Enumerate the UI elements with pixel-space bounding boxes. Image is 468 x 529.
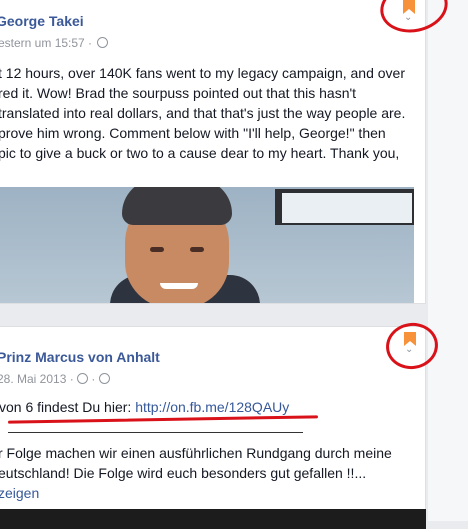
link-prefix-text: von 6 findest Du hier: xyxy=(0,399,136,415)
shared-link-line: von 6 findest Du hier: http://on.fb.me/1… xyxy=(0,397,289,417)
post-text-line: red it. Wow! Brad the sourpuss pointed o… xyxy=(0,85,357,101)
post-card-prinz-marcus: Prinz Marcus von Anhalt 28. Mai 2013 · ·… xyxy=(0,326,426,529)
post-timestamp[interactable]: estern um 15:57 · xyxy=(0,36,109,50)
separator-line xyxy=(8,432,303,433)
photo-frame-inner xyxy=(282,193,412,223)
post-card-george-takei: George Takei estern um 15:57 · t 12 hour… xyxy=(0,0,426,304)
video-preview[interactable] xyxy=(0,509,426,529)
post-text-line: translated into real dollars, and that t… xyxy=(0,105,406,121)
post-text-line: t 12 hours, over 140K fans went to my le… xyxy=(0,65,406,81)
post-author-name[interactable]: Prinz Marcus von Anhalt xyxy=(0,349,160,365)
photo-hair xyxy=(122,187,232,225)
post-timestamp[interactable]: 28. Mai 2013 · · xyxy=(0,372,110,386)
photo-eye-right xyxy=(190,247,204,252)
post-author-name[interactable]: George Takei xyxy=(0,13,84,29)
timestamp-text[interactable]: 28. Mai 2013 · xyxy=(0,372,77,386)
see-more-link[interactable]: zeigen xyxy=(0,483,392,503)
post-text-line: pic to give a buck or two to a cause dea… xyxy=(0,145,400,161)
post-photo[interactable] xyxy=(0,187,414,303)
post-body-line: eutschland! Die Folge wird euch besonder… xyxy=(0,465,367,481)
post-text-line: prove him wrong. Comment below with "I'l… xyxy=(0,125,386,141)
separator-dot: · xyxy=(91,372,99,386)
photo-smile xyxy=(160,283,198,289)
timestamp-text[interactable]: estern um 15:57 · xyxy=(0,36,92,50)
shared-url-link[interactable]: http://on.fb.me/128QAUy xyxy=(135,399,289,415)
post-body: r Folge machen wir einen ausführlichen R… xyxy=(0,443,392,503)
clock-icon xyxy=(77,373,89,384)
post-body-line: r Folge machen wir einen ausführlichen R… xyxy=(0,445,392,461)
right-sidebar xyxy=(428,0,468,521)
post-text: t 12 hours, over 140K fans went to my le… xyxy=(0,63,405,163)
photo-eye-left xyxy=(150,247,164,252)
globe-icon xyxy=(98,373,110,384)
globe-icon xyxy=(97,37,109,48)
